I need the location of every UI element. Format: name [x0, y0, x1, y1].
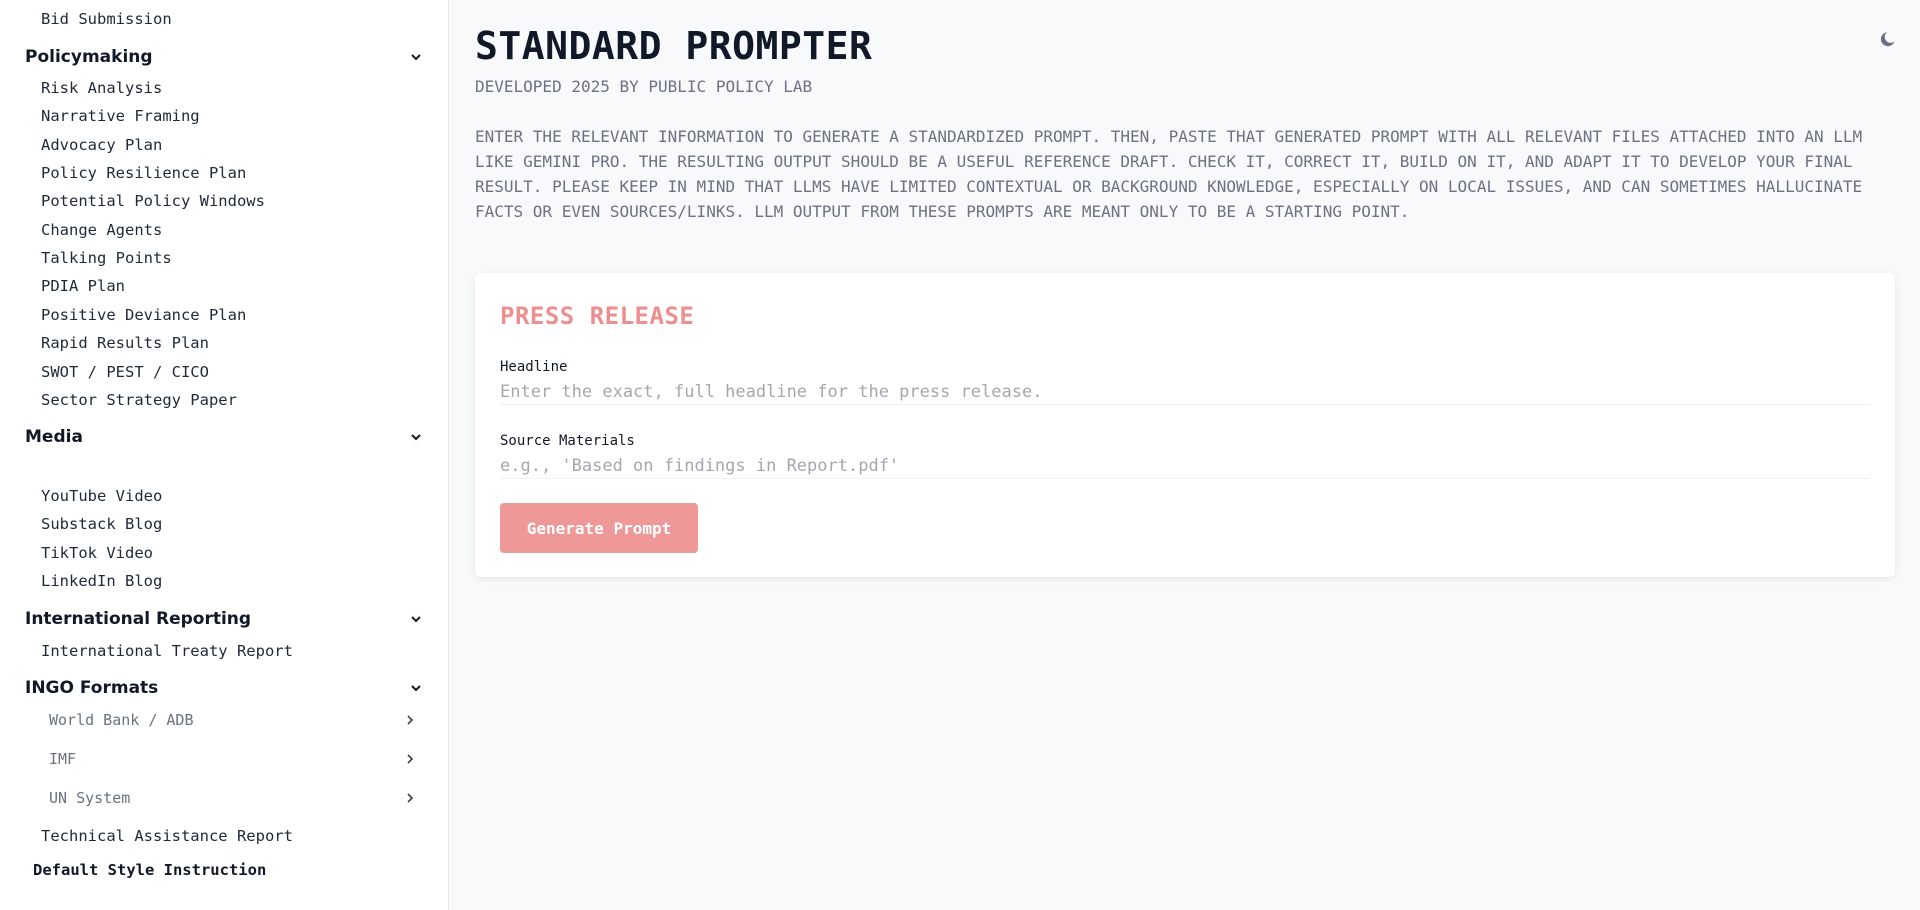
- source-materials-input[interactable]: [500, 453, 1870, 479]
- sidebar-subgroup-imf[interactable]: IMF: [49, 749, 417, 769]
- default-style-instruction[interactable]: Default Style Instruction: [33, 860, 266, 880]
- sidebar-item-tiktok-video[interactable]: TikTok Video: [41, 543, 153, 563]
- chevron-down-icon: [407, 426, 425, 448]
- sidebar-item-positive-deviance-plan[interactable]: Positive Deviance Plan: [41, 305, 246, 325]
- sidebar-item-international-treaty-report[interactable]: International Treaty Report: [41, 641, 293, 661]
- moon-icon: [1880, 32, 1895, 47]
- generate-prompt-button[interactable]: Generate Prompt: [500, 503, 698, 553]
- sidebar-group-label: Media: [25, 427, 83, 447]
- sidebar-item-advocacy-plan[interactable]: Advocacy Plan: [41, 135, 162, 155]
- sidebar-item-pdia-plan[interactable]: PDIA Plan: [41, 276, 125, 296]
- page-title: STANDARD PROMPTER: [475, 24, 873, 68]
- sidebar-item-linkedin-blog[interactable]: LinkedIn Blog: [41, 571, 162, 591]
- headline-input[interactable]: [500, 379, 1870, 405]
- sidebar-item-youtube-video[interactable]: YouTube Video: [41, 486, 162, 506]
- chevron-right-icon: [403, 710, 417, 730]
- sidebar: Bid Submission Policymaking Risk Analysi…: [0, 0, 449, 910]
- sidebar-item-bid-submission[interactable]: Bid Submission: [41, 9, 172, 29]
- sidebar-item-narrative-framing[interactable]: Narrative Framing: [41, 106, 200, 126]
- sidebar-group-label: INGO Formats: [25, 678, 159, 698]
- source-materials-label: Source Materials: [500, 433, 635, 449]
- sidebar-item-substack-blog[interactable]: Substack Blog: [41, 514, 162, 534]
- form-title: PRESS RELEASE: [500, 302, 695, 330]
- page-subtitle: DEVELOPED 2025 BY PUBLIC POLICY LAB: [475, 77, 813, 96]
- sidebar-subgroup-un-system[interactable]: UN System: [49, 788, 417, 808]
- press-release-card: PRESS RELEASE Headline Source Materials …: [475, 273, 1895, 577]
- chevron-right-icon: [403, 749, 417, 769]
- sidebar-item-rapid-results-plan[interactable]: Rapid Results Plan: [41, 333, 209, 353]
- sidebar-item-talking-points[interactable]: Talking Points: [41, 248, 172, 268]
- sidebar-item-technical-assistance-report[interactable]: Technical Assistance Report: [41, 826, 293, 846]
- sidebar-group-policymaking[interactable]: Policymaking: [25, 46, 425, 68]
- chevron-down-icon: [407, 677, 425, 699]
- page-description: ENTER THE RELEVANT INFORMATION TO GENERA…: [475, 127, 1863, 221]
- sidebar-item-potential-policy-windows[interactable]: Potential Policy Windows: [41, 191, 265, 211]
- sidebar-group-ingo-formats[interactable]: INGO Formats: [25, 677, 425, 699]
- chevron-down-icon: [407, 608, 425, 630]
- sidebar-item-risk-analysis[interactable]: Risk Analysis: [41, 78, 162, 98]
- main-content: STANDARD PROMPTER DEVELOPED 2025 BY PUBL…: [450, 0, 1920, 910]
- sidebar-subgroup-world-bank-adb[interactable]: World Bank / ADB: [49, 710, 417, 730]
- sidebar-subgroup-label: UN System: [49, 789, 131, 807]
- theme-toggle-button[interactable]: [1874, 24, 1904, 54]
- sidebar-item-swot-pest-cico[interactable]: SWOT / PEST / CICO: [41, 362, 209, 382]
- sidebar-subgroup-label: IMF: [49, 750, 77, 768]
- sidebar-group-label: International Reporting: [25, 609, 252, 629]
- headline-label: Headline: [500, 359, 568, 375]
- sidebar-group-international-reporting[interactable]: International Reporting: [25, 608, 425, 630]
- sidebar-item-change-agents[interactable]: Change Agents: [41, 220, 162, 240]
- sidebar-item-policy-resilience-plan[interactable]: Policy Resilience Plan: [41, 163, 246, 183]
- chevron-right-icon: [403, 788, 417, 808]
- sidebar-item-sector-strategy-paper[interactable]: Sector Strategy Paper: [41, 390, 237, 410]
- sidebar-subgroup-label: World Bank / ADB: [49, 711, 194, 729]
- sidebar-group-media[interactable]: Media: [25, 426, 425, 448]
- chevron-down-icon: [407, 46, 425, 68]
- sidebar-group-label: Policymaking: [25, 47, 153, 67]
